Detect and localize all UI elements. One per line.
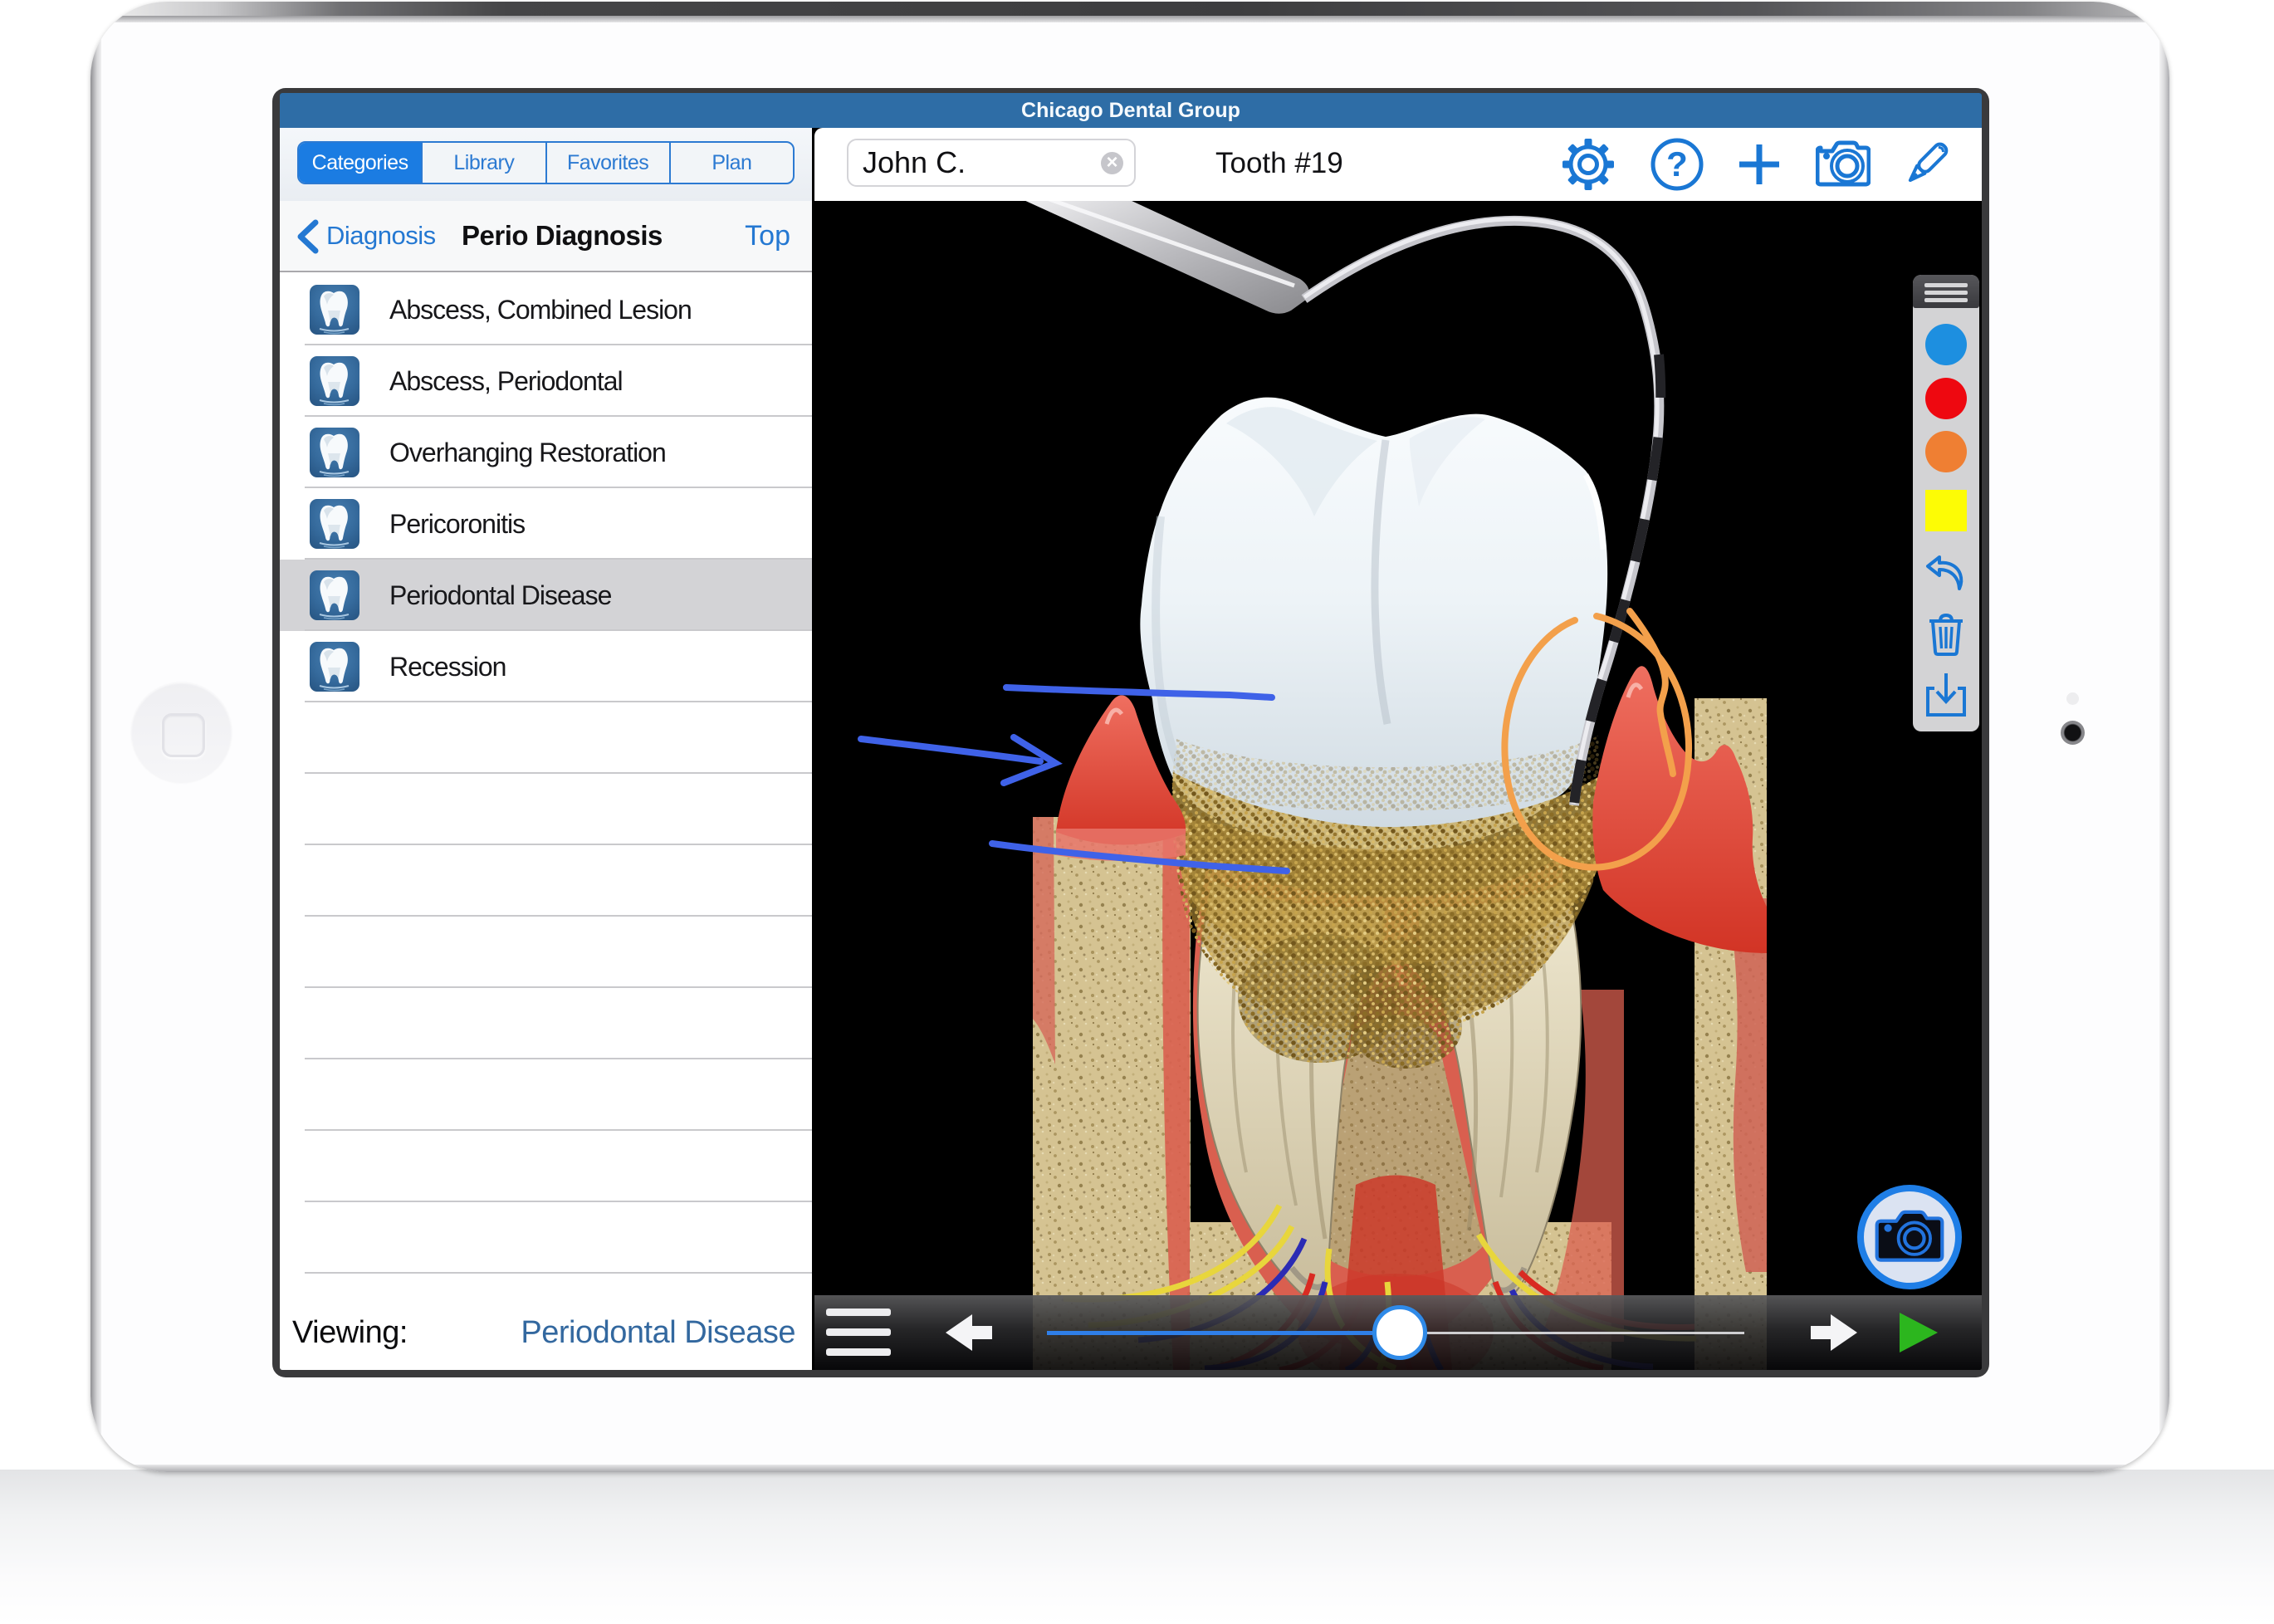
svg-text:?: ? <box>1666 144 1688 183</box>
